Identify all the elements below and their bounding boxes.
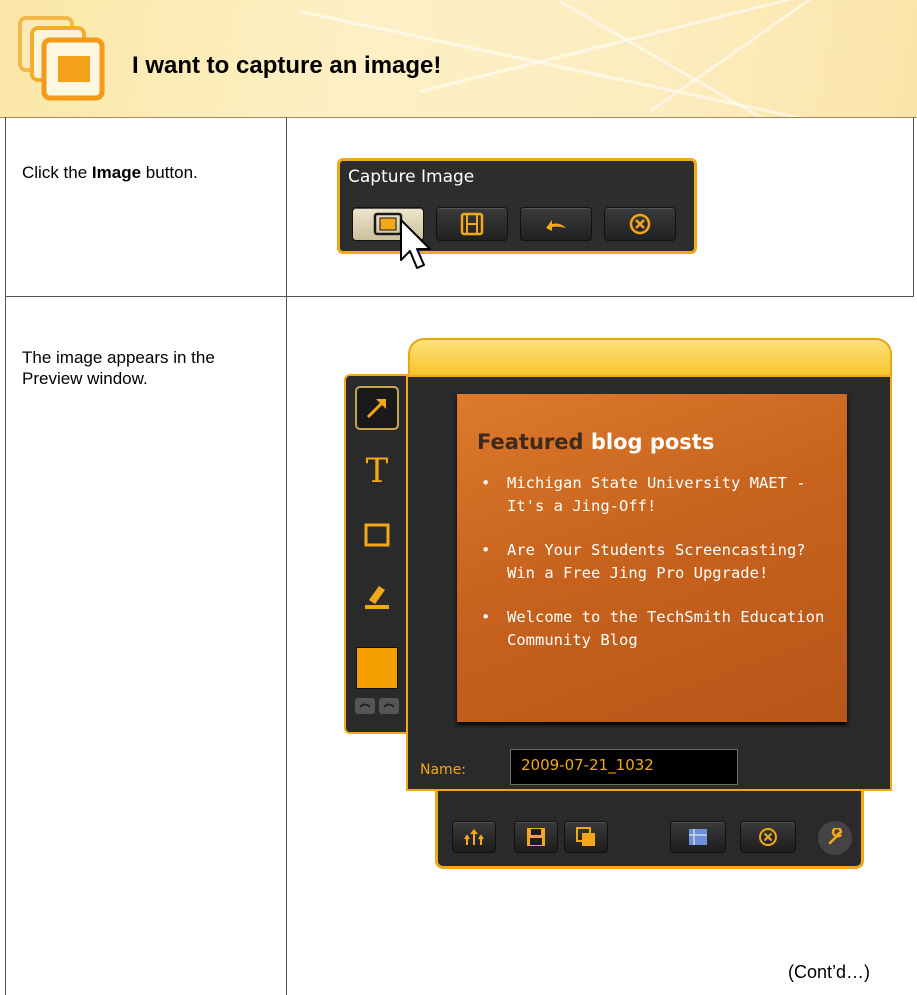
highlight-tool-button[interactable] [355,574,399,618]
mouse-cursor-icon [400,219,431,269]
capture-toolbar-title: Capture Image [348,167,475,187]
settings-button[interactable] [818,821,852,855]
step-2-instruction: The image appears in the Preview window. [22,348,215,388]
preview-heading: Featured blog posts [477,430,715,454]
table-border-right [913,117,914,297]
wrench-icon [828,828,843,845]
redo-icon [546,220,566,231]
copy-icon [576,827,595,846]
capture-video-button[interactable] [436,207,508,241]
continued-note: (Cont’d…) [788,962,871,982]
cancel-icon [759,828,777,846]
preview-blog-list: Michigan State University MAET - It's a … [479,472,829,673]
name-label: Name: [420,762,467,778]
preview-tool-palette: T [344,374,410,734]
table-column-divider [286,117,287,995]
undo-redo-group [355,698,401,716]
frame-icon [364,523,390,547]
video-icon [460,212,484,236]
highlight-icon [365,586,389,609]
cancel-preview-button[interactable] [740,821,796,853]
header-banner: I want to capture an image! [0,0,917,118]
list-item: Welcome to the TechSmith Education Commu… [479,606,829,652]
redo-small-icon [383,703,395,708]
color-picker-button[interactable] [355,646,399,690]
name-field[interactable]: 2009-07-21_1032 [510,749,738,785]
text-icon: T [365,451,389,491]
capture-toolbar: Capture Image [337,158,697,254]
arrow-icon [366,399,386,419]
text-tool-button[interactable]: T [355,449,399,493]
share-icon [464,829,484,845]
copy-button[interactable] [564,821,608,853]
image-capture-logo-icon [18,16,105,101]
capture-history-icon [689,829,707,845]
table-border-left [5,117,6,995]
color-swatch [356,647,398,689]
captured-image-preview: Featured blog posts Michigan State Unive… [457,394,847,722]
redo-tool-button[interactable] [379,698,399,714]
page-title: I want to capture an image! [132,52,442,79]
preview-window-titlebar[interactable] [408,338,892,376]
cancel-capture-button[interactable] [604,207,676,241]
capture-history-button[interactable] [670,821,726,853]
redo-button[interactable] [520,207,592,241]
arrow-tool-button[interactable] [355,386,399,430]
image-keyword: Image [91,163,142,182]
save-button[interactable] [514,821,558,853]
undo-button[interactable] [355,698,375,714]
undo-icon [359,703,371,708]
preview-action-bar [435,791,864,869]
save-icon [527,828,545,846]
list-item: Michigan State University MAET - It's a … [479,472,829,518]
step-1-instruction: Click the Image button. [22,163,198,182]
list-item: Are Your Students Screencasting? Win a F… [479,539,829,585]
share-button[interactable] [452,821,496,853]
cancel-icon [629,213,651,235]
banner-decoration [559,0,917,117]
banner-decoration [419,0,917,93]
frame-tool-button[interactable] [355,513,399,557]
table-row-divider [5,296,914,297]
